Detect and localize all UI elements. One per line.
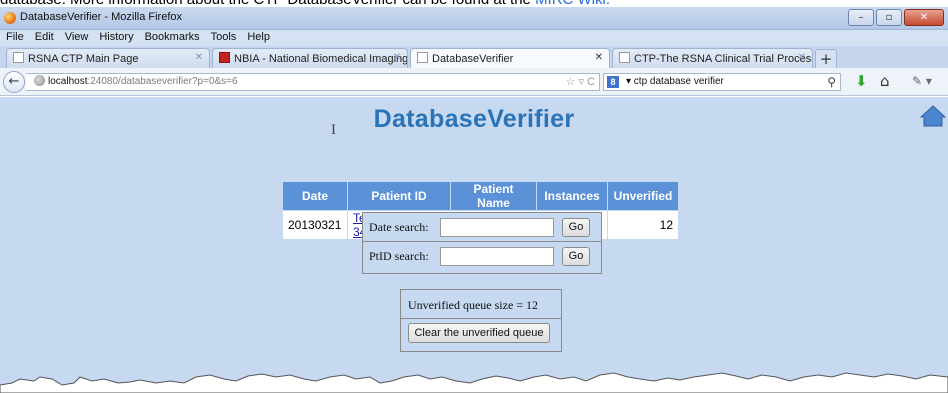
navigation-toolbar: ← localhost:24080/databaseverifier?p=0&s… <box>0 68 948 96</box>
tab-databaseverifier[interactable]: DatabaseVerifier ✕ <box>410 48 610 69</box>
blank-page-icon <box>417 52 428 63</box>
url-bar[interactable]: localhost:24080/databaseverifier?p=0&s=6… <box>26 73 600 91</box>
ptid-search-go-button[interactable]: Go <box>562 247 590 266</box>
blank-page-icon <box>13 52 24 63</box>
maximize-button[interactable]: ▫ <box>876 9 902 26</box>
menu-edit[interactable]: Edit <box>29 30 59 43</box>
window-title: DatabaseVerifier - Mozilla Firefox <box>20 11 183 23</box>
column-header-date: Date <box>282 181 348 211</box>
ptid-search-input[interactable] <box>440 247 554 266</box>
tools-icon[interactable]: ✎ ▾ <box>912 74 932 88</box>
home-icon[interactable] <box>920 105 946 127</box>
url-path: :24080/databaseverifier?p=0&s=6 <box>87 76 238 87</box>
tab-rsna-ctp-main[interactable]: RSNA CTP Main Page ✕ <box>6 48 210 68</box>
queue-panel: Unverified queue size = 12 Clear the unv… <box>400 289 562 352</box>
back-button[interactable]: ← <box>3 71 25 93</box>
search-value: ▾ ctp database verifier <box>626 76 724 87</box>
menu-history[interactable]: History <box>93 30 138 43</box>
menu-bar: File Edit View History Bookmarks Tools Help <box>0 30 948 46</box>
menu-view[interactable]: View <box>59 30 94 43</box>
search-form: Date search: Go PtID search: Go <box>362 212 602 274</box>
search-engine-icon[interactable]: 8 <box>607 76 619 88</box>
blank-page-icon <box>619 52 630 63</box>
page-title: DatabaseVerifier <box>373 105 575 133</box>
magnifier-icon[interactable]: ⚲ <box>827 74 836 90</box>
browser-screenshot: database. More information about the CTP… <box>0 0 948 393</box>
ptid-search-label: PtID search: <box>369 249 429 263</box>
tab-nbia[interactable]: NBIA - National Biomedical Imaging ... ✕ <box>212 48 408 68</box>
column-header-unverified: Unverified <box>607 181 679 211</box>
queue-divider <box>401 318 561 319</box>
download-icon[interactable]: ⬇ <box>855 72 868 90</box>
firefox-logo-icon <box>4 12 16 24</box>
tab-label: NBIA - National Biomedical Imaging ... <box>234 53 408 65</box>
column-header-instances: Instances <box>536 181 608 211</box>
close-window-button[interactable]: ✕ <box>904 9 944 26</box>
new-tab-button[interactable]: + <box>815 49 837 68</box>
date-search-row: Date search: Go <box>363 213 601 242</box>
close-tab-icon[interactable]: ✕ <box>595 52 603 63</box>
window-titlebar: DatabaseVerifier - Mozilla Firefox – ▫ ✕ <box>0 7 948 30</box>
tab-label: CTP-The RSNA Clinical Trial Processo... <box>634 53 813 65</box>
column-header-patient-id: Patient ID <box>347 181 451 211</box>
search-bar[interactable]: 8 ▾ ctp database verifier ⚲ <box>603 73 841 91</box>
url-host: localhost <box>48 76 88 87</box>
column-header-patient-name: Patient Name <box>450 181 537 211</box>
date-search-go-button[interactable]: Go <box>562 218 590 237</box>
menu-bookmarks[interactable]: Bookmarks <box>139 30 205 43</box>
tab-label: RSNA CTP Main Page <box>28 53 139 65</box>
ptid-search-row: PtID search: Go <box>363 242 601 271</box>
menu-file[interactable]: File <box>0 30 29 43</box>
window-controls: – ▫ ✕ <box>848 9 944 26</box>
cell-unverified: 12 <box>607 210 679 240</box>
text-cursor-icon: I <box>331 122 336 138</box>
menu-tools[interactable]: Tools <box>205 30 242 43</box>
date-search-input[interactable] <box>440 218 554 237</box>
close-tab-icon[interactable]: ✕ <box>393 52 401 63</box>
tab-ctp-rsna[interactable]: CTP-The RSNA Clinical Trial Processo... … <box>612 48 813 68</box>
clear-queue-button[interactable]: Clear the unverified queue <box>408 323 550 343</box>
close-tab-icon[interactable]: ✕ <box>798 52 806 63</box>
menu-help[interactable]: Help <box>241 30 275 43</box>
torn-edge-decoration <box>0 372 948 393</box>
page-caption: database. More information about the CTP… <box>0 0 610 8</box>
minimize-button[interactable]: – <box>848 9 874 26</box>
queue-size-text: Unverified queue size = 12 <box>408 298 539 312</box>
url-bar-icons[interactable]: ☆ ▿ C <box>566 74 595 90</box>
nbia-icon <box>219 52 230 63</box>
site-identity-icon <box>34 75 45 86</box>
cell-date: 20130321 <box>282 210 348 240</box>
home-icon[interactable]: ⌂ <box>880 72 890 90</box>
date-search-label: Date search: <box>369 220 429 234</box>
tab-bar: RSNA CTP Main Page ✕ NBIA - National Bio… <box>0 46 948 69</box>
tab-label: DatabaseVerifier <box>432 53 514 65</box>
page-content: DatabaseVerifier I Date Patient ID Patie… <box>0 97 948 393</box>
table-header-row: Date Patient ID Patient Name Instances U… <box>282 181 679 211</box>
close-tab-icon[interactable]: ✕ <box>195 52 203 63</box>
